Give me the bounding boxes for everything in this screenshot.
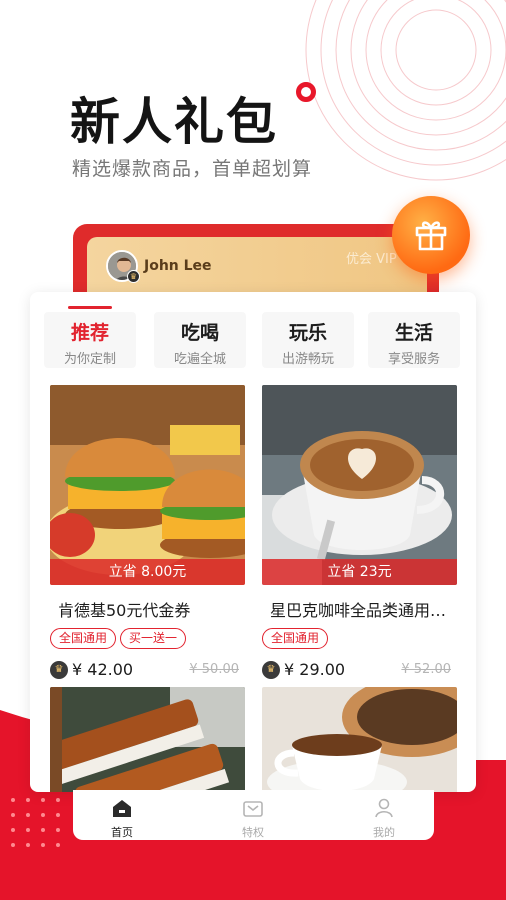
nav-profile[interactable]: 我的 bbox=[354, 798, 414, 840]
price-row: ♛ ¥ 42.00 ¥ 50.00 bbox=[50, 659, 245, 681]
page-subtitle: 精选爆款商品，首单超划算 bbox=[72, 158, 313, 180]
save-amount: 立省 23元 bbox=[262, 559, 457, 585]
product-title: 星巴克咖啡全品类通用… bbox=[270, 601, 447, 620]
app-screen: 新人礼包 精选爆款商品，首单超划算 ♛ John Lee 优会 VIP 推荐 为… bbox=[0, 0, 506, 900]
tab-life[interactable]: 生活 享受服务 bbox=[368, 312, 460, 368]
original-price: ¥ 50.00 bbox=[189, 662, 239, 677]
save-amount: 立省 8.00元 bbox=[50, 559, 245, 585]
product-tags: 全国通用 bbox=[262, 627, 457, 649]
tag: 全国通用 bbox=[50, 628, 117, 649]
sushi-photo[interactable] bbox=[50, 687, 245, 792]
product-card[interactable]: 立省 23元 星巴克咖啡全品类通用… 全国通用 ♛ ¥ 29.00 ¥ 52.0… bbox=[262, 385, 457, 681]
tab-title: 玩乐 bbox=[288, 322, 327, 344]
burger-photo[interactable]: 立省 8.00元 bbox=[50, 385, 245, 585]
tab-title: 生活 bbox=[394, 322, 433, 344]
tab-recommend[interactable]: 推荐 为你定制 bbox=[44, 306, 136, 368]
product-panel: 推荐 为你定制 吃喝 吃遍全城 玩乐 出游畅玩 生活 享受服务 立省 8.00元… bbox=[30, 292, 476, 792]
gift-button[interactable] bbox=[392, 196, 470, 274]
home-icon bbox=[113, 800, 131, 817]
product-tags: 全国通用 买一送一 bbox=[50, 627, 245, 649]
nav-label: 特权 bbox=[242, 826, 264, 839]
nav-label: 首页 bbox=[111, 826, 133, 839]
nav-label: 我的 bbox=[373, 826, 395, 839]
product-card[interactable]: 立省 8.00元 肯德基50元代金券 全国通用 买一送一 ♛ ¥ 42.00 ¥ … bbox=[50, 385, 245, 681]
vip-card-label: 优会 VIP bbox=[346, 252, 397, 267]
decorative-rings bbox=[305, 0, 506, 181]
vip-crown-icon: ♛ bbox=[262, 661, 280, 679]
tab-eat-drink[interactable]: 吃喝 吃遍全城 bbox=[154, 312, 246, 368]
tab-title: 推荐 bbox=[70, 322, 109, 344]
gift-icon bbox=[415, 221, 447, 251]
tab-title: 吃喝 bbox=[180, 322, 219, 344]
latte-photo[interactable]: 立省 23元 bbox=[262, 385, 457, 585]
category-tabs: 推荐 为你定制 吃喝 吃遍全城 玩乐 出游畅玩 生活 享受服务 bbox=[44, 306, 464, 368]
price-row: ♛ ¥ 29.00 ¥ 52.00 bbox=[262, 659, 457, 681]
tab-subtitle: 出游畅玩 bbox=[281, 352, 334, 367]
profile-icon bbox=[375, 798, 393, 818]
vip-crown-icon: ♛ bbox=[50, 661, 68, 679]
tag: 买一送一 bbox=[120, 628, 187, 649]
member-price: ¥ 29.00 bbox=[284, 660, 346, 679]
product-title: 肯德基50元代金券 bbox=[58, 601, 191, 620]
product-card[interactable] bbox=[50, 687, 245, 792]
tab-play[interactable]: 玩乐 出游畅玩 bbox=[262, 312, 354, 368]
tab-subtitle: 吃遍全城 bbox=[173, 352, 226, 367]
nav-privilege[interactable]: 特权 bbox=[223, 798, 283, 840]
product-card[interactable] bbox=[262, 687, 457, 792]
decorative-dots bbox=[11, 798, 60, 847]
tab-subtitle: 为你定制 bbox=[63, 352, 116, 367]
nav-home[interactable]: 首页 bbox=[92, 798, 152, 840]
bottom-navigation: 首页 特权 我的 bbox=[73, 790, 434, 840]
tag: 全国通用 bbox=[262, 628, 329, 649]
tab-subtitle: 享受服务 bbox=[387, 352, 440, 367]
username: John Lee bbox=[144, 258, 212, 274]
title-dot-icon bbox=[296, 82, 316, 102]
coffee-cup-photo[interactable] bbox=[262, 687, 457, 792]
privilege-icon bbox=[243, 801, 263, 817]
crown-icon: ♛ bbox=[127, 270, 140, 283]
member-price: ¥ 42.00 bbox=[72, 660, 134, 679]
page-title: 新人礼包 bbox=[70, 93, 278, 151]
original-price: ¥ 52.00 bbox=[401, 662, 451, 677]
